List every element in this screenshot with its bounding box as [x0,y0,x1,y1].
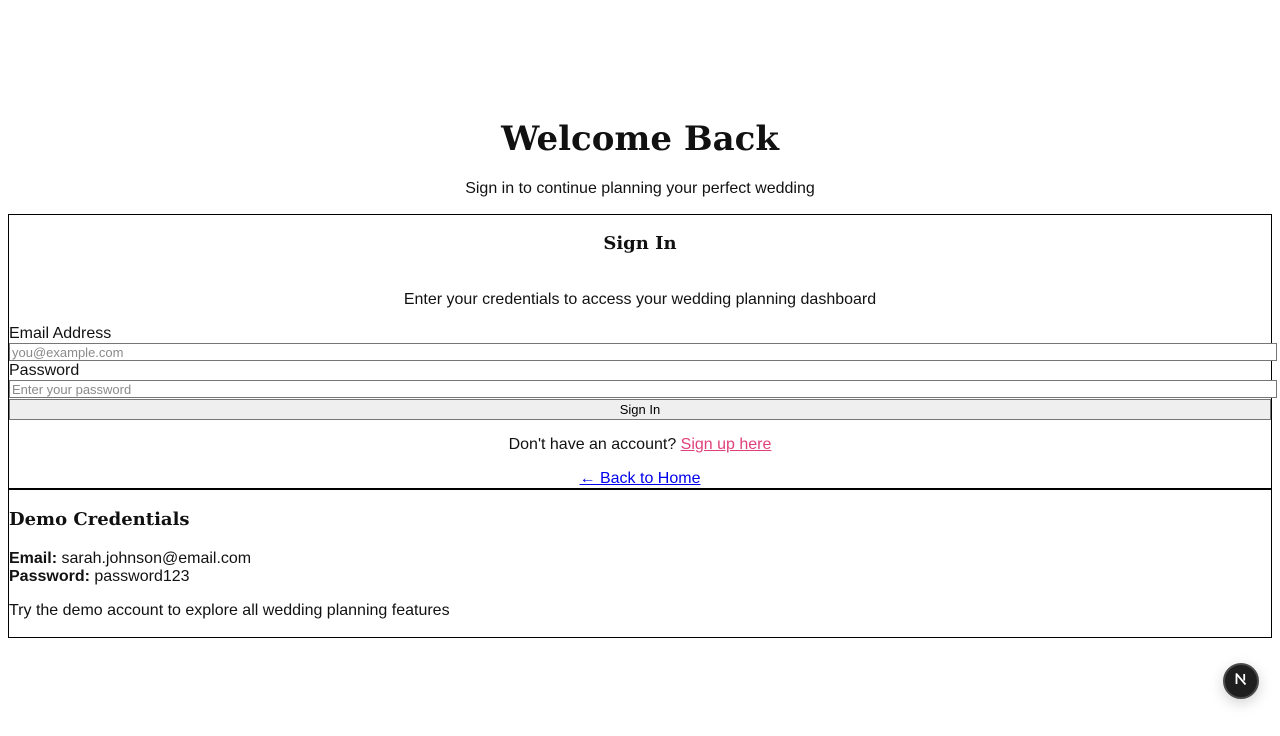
login-page: Welcome Back Sign in to continue plannin… [0,0,1280,736]
back-link-line: ← Back to Home [0,469,1280,489]
next-logo-icon [1232,670,1250,693]
demo-email-value: sarah.johnson@email.com [57,550,252,567]
email-field[interactable] [9,343,1277,361]
email-label: Email Address [9,325,112,342]
signup-link[interactable]: Sign up here [681,436,772,453]
demo-credentials-title: Demo Credentials [9,509,190,530]
back-to-home-link[interactable]: ← Back to Home [580,470,701,487]
page-title: Welcome Back [501,119,779,159]
signin-card-description: Enter your credentials to access your we… [403,291,877,308]
signup-prompt-text: Don't have an account? [508,436,681,453]
demo-note: Try the demo account to explore all wedd… [9,602,450,619]
demo-password-line: Password: password123 [9,568,190,586]
demo-password-key: Password: [9,568,90,585]
page-subtitle: Sign in to continue planning your perfec… [465,180,815,197]
signup-prompt-line: Don't have an account? Sign up here [0,435,1280,455]
signin-card-title: Sign In [603,233,677,254]
password-field[interactable] [9,380,1277,398]
sign-in-button[interactable]: Sign In [9,399,1271,420]
password-label: Password [9,362,80,379]
demo-email-key: Email: [9,550,58,567]
dev-tools-badge[interactable] [1223,663,1259,699]
demo-email-line: Email: sarah.johnson@email.com [9,550,251,568]
demo-password-value: password123 [89,568,190,585]
